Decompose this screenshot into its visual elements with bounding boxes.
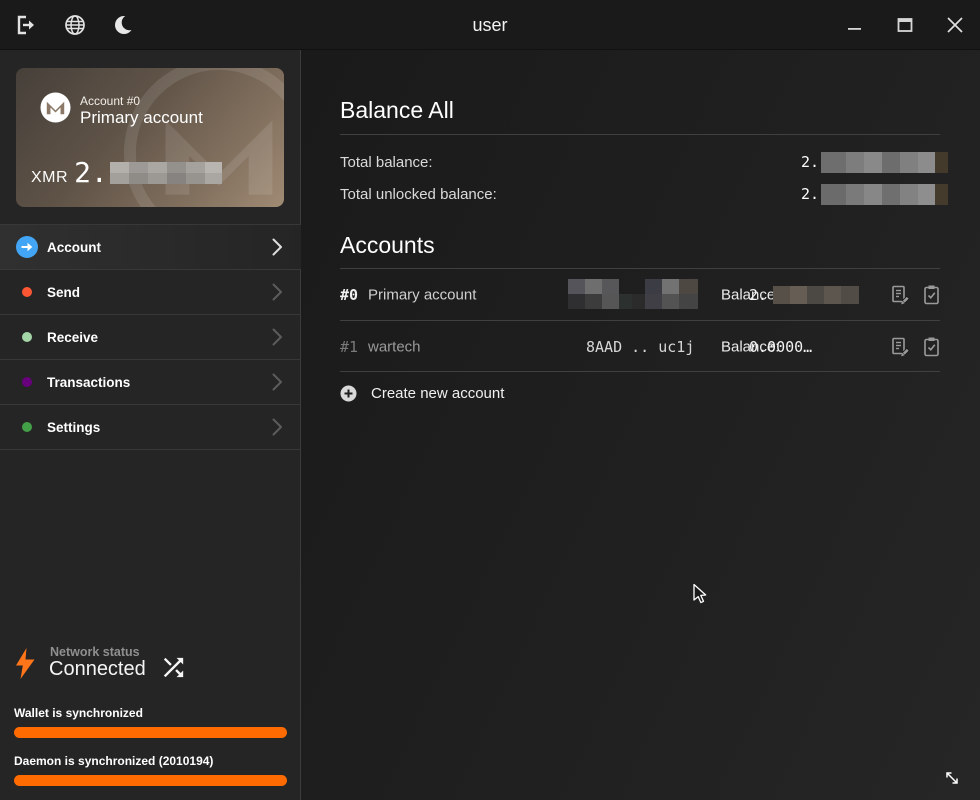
redacted-row-balance [773, 286, 859, 304]
daemon-sync-status: Daemon is synchronized (2010194) [14, 754, 287, 786]
sidebar-item-receive[interactable]: Receive [0, 315, 301, 360]
receive-dot-icon [22, 332, 32, 342]
transactions-dot-icon [22, 377, 32, 387]
total-balance-value: 2. [801, 153, 819, 171]
settings-dot-icon [22, 422, 32, 432]
card-balance-prefix: 2. [74, 156, 108, 189]
account-index: #0 [340, 286, 358, 304]
redacted-unlocked-balance [821, 184, 948, 205]
divider [340, 134, 940, 135]
shuffle-icon[interactable] [159, 653, 188, 682]
total-balance-row: Total balance: 2. [340, 151, 948, 173]
clipboard-check-icon[interactable] [922, 336, 942, 358]
main-content: Balance All Total balance: 2. Total unlo… [301, 50, 980, 800]
chevron-right-icon [272, 283, 283, 301]
close-button[interactable] [943, 13, 967, 37]
chevron-right-icon [272, 328, 283, 346]
chevron-right-icon [272, 418, 283, 436]
sidebar: Account #0 Primary account XMR 2. [0, 50, 301, 800]
chevron-right-icon [272, 238, 283, 256]
unlocked-balance-label: Total unlocked balance: [340, 186, 497, 203]
redacted-card-balance [110, 162, 222, 184]
unlocked-balance-row: Total unlocked balance: 2. [340, 183, 948, 205]
account-row-0[interactable]: #0 Primary account Balance: 2. [340, 269, 948, 320]
minimize-button[interactable] [843, 13, 867, 37]
create-new-account-button[interactable]: Create new account [340, 371, 504, 416]
total-balance-label: Total balance: [340, 154, 433, 171]
sidebar-item-label: Transactions [47, 375, 130, 390]
sidebar-item-send[interactable]: Send [0, 270, 301, 315]
redacted-total-balance [821, 152, 948, 173]
edit-icon[interactable] [890, 336, 912, 358]
maximize-button[interactable] [893, 13, 917, 37]
wallet-sync-status: Wallet is synchronized [14, 706, 287, 738]
moon-icon[interactable] [113, 13, 137, 37]
monero-logo [40, 92, 71, 123]
edit-icon[interactable] [890, 284, 912, 306]
account-index: #1 [340, 338, 358, 356]
sidebar-menu: Account Send Receive Transactions [0, 224, 301, 450]
wallet-sync-progressbar [14, 727, 287, 738]
plus-circle-icon [340, 385, 357, 402]
card-balance: XMR 2. [31, 156, 222, 189]
titlebar: user [0, 0, 980, 50]
sidebar-item-label: Account [47, 240, 101, 255]
sidebar-item-label: Send [47, 285, 80, 300]
globe-icon[interactable] [63, 13, 87, 37]
window-title: user [0, 0, 980, 50]
chevron-right-icon [272, 373, 283, 391]
card-account-name: Primary account [80, 108, 203, 128]
account-name: Primary account [368, 286, 476, 303]
resize-diagonal-icon[interactable] [942, 768, 962, 788]
sidebar-item-label: Settings [47, 420, 100, 435]
sidebar-item-settings[interactable]: Settings [0, 405, 301, 450]
sidebar-item-label: Receive [47, 330, 98, 345]
account-card[interactable]: Account #0 Primary account XMR 2. [16, 68, 284, 207]
account-row-1[interactable]: #1 wartech 8AAD .. uc1j Balance: 0.0000… [340, 321, 948, 372]
logout-icon[interactable] [14, 13, 38, 37]
create-new-account-label: Create new account [371, 385, 504, 402]
daemon-sync-progressbar [14, 775, 287, 786]
lightning-bolt-icon [16, 648, 35, 679]
arrow-right-circle-icon [16, 236, 38, 258]
network-status-value: Connected [49, 658, 146, 681]
balance-section-title: Balance All [340, 97, 454, 124]
clipboard-check-icon[interactable] [922, 284, 942, 306]
sidebar-item-account[interactable]: Account [0, 225, 301, 270]
balance-value: 2. [749, 286, 767, 304]
card-currency-label: XMR [31, 169, 68, 187]
redacted-account-address [568, 279, 698, 309]
unlocked-balance-value: 2. [801, 185, 819, 203]
account-address: 8AAD .. uc1j [586, 338, 694, 356]
sidebar-item-transactions[interactable]: Transactions [0, 360, 301, 405]
accounts-section-title: Accounts [340, 232, 435, 259]
account-name: wartech [368, 338, 421, 355]
send-dot-icon [22, 287, 32, 297]
wallet-sync-label: Wallet is synchronized [14, 706, 287, 720]
network-status-label: Network status [50, 645, 140, 659]
daemon-sync-label: Daemon is synchronized (2010194) [14, 754, 287, 768]
balance-value: 0.0000… [749, 338, 812, 356]
card-account-number: Account #0 [80, 94, 140, 108]
